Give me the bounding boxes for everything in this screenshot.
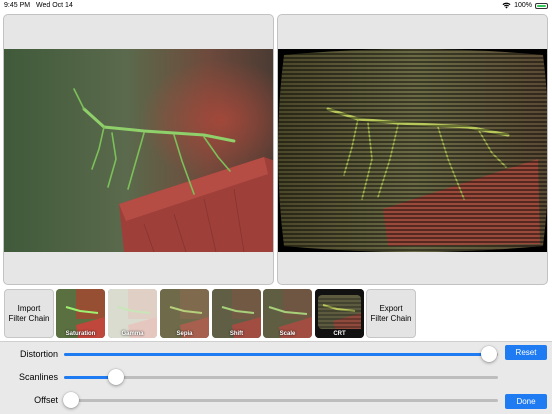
filter-thumb-saturation[interactable]: Saturation (56, 289, 105, 338)
original-image-panel (3, 14, 274, 285)
scanlines-label: Scanlines (18, 372, 58, 382)
status-bar: 9:45 PM Wed Oct 14 100% (0, 0, 552, 11)
filter-thumb-sepia[interactable]: Sepia (160, 289, 209, 338)
status-date: Wed Oct 14 (36, 2, 73, 9)
distortion-slider[interactable] (64, 346, 498, 362)
filter-label: Gamma (121, 331, 144, 337)
original-photo (4, 49, 273, 252)
offset-slider[interactable] (62, 392, 498, 408)
filter-thumb-gamma[interactable]: Gamma (108, 289, 157, 338)
scanlines-slider[interactable] (64, 369, 498, 385)
distortion-slider-knob[interactable] (481, 346, 498, 362)
offset-slider-knob[interactable] (62, 392, 79, 408)
filter-thumb-crt[interactable]: CRT (315, 289, 364, 338)
filter-thumb-scale[interactable]: Scale (263, 289, 312, 338)
battery-charging-icon (535, 2, 548, 9)
scanlines-slider-knob[interactable] (108, 369, 125, 385)
reset-button[interactable]: Reset (505, 345, 547, 360)
offset-label: Offset (34, 395, 58, 405)
filtered-image-panel (277, 14, 548, 285)
distortion-slider-fill (64, 353, 490, 356)
filter-label: Scale (279, 331, 296, 337)
filter-thumb-shift[interactable]: Shift (212, 289, 261, 338)
import-filter-chain-button[interactable]: Import Filter Chain (4, 289, 54, 338)
filter-label: Sepia (176, 331, 193, 337)
battery-level-fill (537, 4, 546, 7)
export-filter-chain-button[interactable]: Export Filter Chain (366, 289, 416, 338)
wifi-icon (502, 2, 511, 9)
done-button[interactable]: Done (505, 394, 547, 409)
filtered-photo (278, 49, 547, 252)
status-indicators: 100% (502, 0, 548, 11)
filter-chain-strip: Import Filter Chain Saturation Gamma Sep… (0, 287, 552, 340)
status-time: 9:45 PM (4, 2, 31, 9)
filter-label: Saturation (65, 331, 96, 337)
distortion-label: Distortion (19, 349, 58, 359)
filter-label: Shift (229, 331, 244, 337)
filter-controls: Distortion Reset Scanlines Offset Done (0, 341, 552, 414)
filter-label: CRT (333, 331, 346, 337)
battery-percent: 100% (514, 2, 532, 9)
